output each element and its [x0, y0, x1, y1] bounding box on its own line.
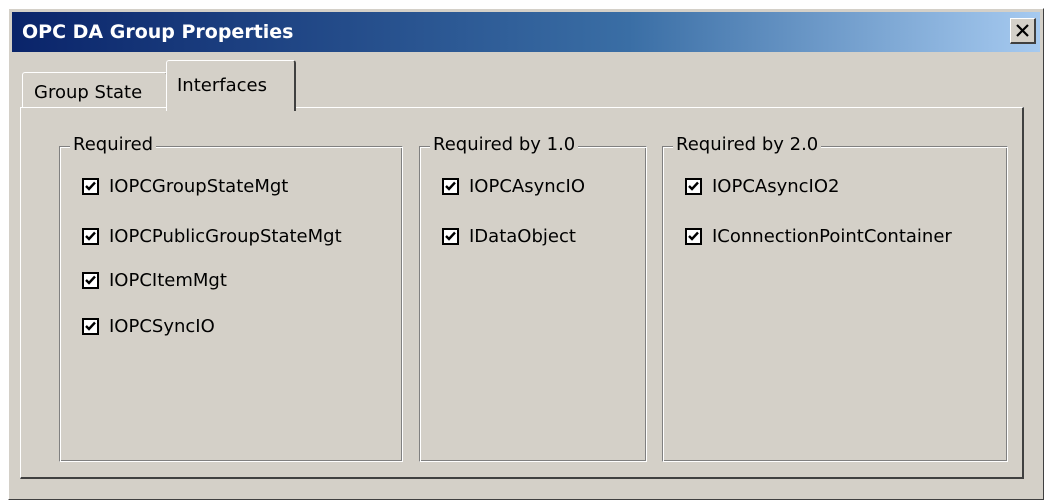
checkbox-box[interactable]: [685, 227, 702, 245]
checkbox-label: IOPCAsyncIO2: [712, 175, 840, 197]
checkmark-icon: [445, 181, 456, 191]
checkbox-box[interactable]: [82, 317, 99, 335]
checkbox-box[interactable]: [442, 227, 459, 245]
checkbox-iopcgroupstatemgt[interactable]: IOPCGroupStateMgt: [82, 174, 288, 198]
groupbox-required-by-2-0-legend: Required by 2.0: [673, 133, 822, 157]
groupbox-required-by-2-0: Required by 2.0 IOPCAsyncIO2 IConnection…: [662, 133, 1008, 462]
checkmark-icon: [85, 231, 96, 241]
checkmark-icon: [85, 321, 96, 331]
close-icon: [1016, 24, 1029, 37]
checkbox-iopcasyncio[interactable]: IOPCAsyncIO: [442, 174, 585, 198]
checkbox-label: IConnectionPointContainer: [712, 225, 952, 247]
checkbox-box[interactable]: [685, 177, 702, 195]
checkmark-icon: [85, 275, 96, 285]
checkbox-label: IOPCPublicGroupStateMgt: [109, 225, 342, 247]
tab-group-state-label: Group State: [34, 82, 143, 103]
checkbox-iopcasyncio2[interactable]: IOPCAsyncIO2: [685, 174, 839, 198]
checkbox-label: IOPCGroupStateMgt: [109, 175, 289, 197]
groupbox-required-by-1-0: Required by 1.0 IOPCAsyncIO IDataObject: [419, 133, 647, 462]
checkbox-label: IOPCAsyncIO: [469, 175, 586, 197]
checkbox-iconnectionpointcontainer[interactable]: IConnectionPointContainer: [685, 224, 952, 248]
checkbox-label: IDataObject: [469, 225, 576, 247]
title-bar[interactable]: OPC DA Group Properties: [12, 12, 1040, 52]
checkbox-label: IOPCSyncIO: [109, 315, 215, 337]
window-title: OPC DA Group Properties: [22, 21, 294, 43]
checkbox-box[interactable]: [82, 227, 99, 245]
groupbox-required: Required IOPCGroupStateMgt IOPCPublicGro…: [59, 133, 403, 462]
checkmark-icon: [445, 231, 456, 241]
tab-interfaces-label: Interfaces: [177, 75, 267, 96]
checkbox-box[interactable]: [442, 177, 459, 195]
checkmark-icon: [85, 181, 96, 191]
checkbox-box[interactable]: [82, 177, 99, 195]
groupbox-required-legend: Required: [70, 133, 157, 157]
checkbox-label: IOPCItemMgt: [109, 269, 227, 291]
tab-group-state[interactable]: Group State: [22, 72, 168, 108]
close-button[interactable]: [1010, 18, 1036, 44]
groupbox-required-by-1-0-legend: Required by 1.0: [430, 133, 579, 157]
checkbox-iopcpublicgroupstatemgt[interactable]: IOPCPublicGroupStateMgt: [82, 224, 342, 248]
checkbox-box[interactable]: [82, 271, 99, 289]
checkmark-icon: [688, 231, 699, 241]
checkbox-iopcitemmgt[interactable]: IOPCItemMgt: [82, 268, 227, 292]
checkbox-idataobject[interactable]: IDataObject: [442, 224, 576, 248]
checkmark-icon: [688, 181, 699, 191]
checkbox-iopcsyncio[interactable]: IOPCSyncIO: [82, 314, 215, 338]
tab-interfaces[interactable]: Interfaces: [166, 60, 296, 111]
